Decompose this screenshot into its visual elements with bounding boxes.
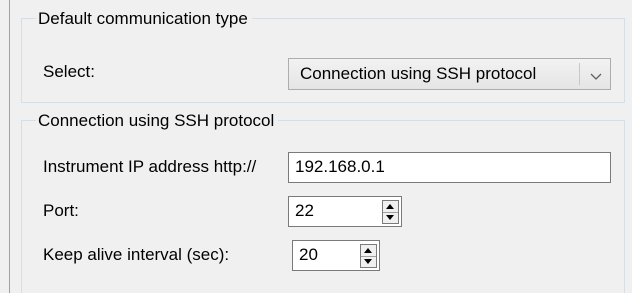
keepalive-decrement-button[interactable] [361,256,376,267]
ssh-connection-legend: Connection using SSH protocol [36,111,279,131]
port-value: 22 [295,201,314,220]
select-label: Select: [43,62,95,81]
port-label: Port: [43,201,79,220]
port-stepper[interactable]: 22 [288,196,402,227]
ip-address-value: 192.168.0.1 [295,157,385,176]
default-communication-legend: Default communication type [36,9,252,29]
settings-panel: Default communication type Select: Conne… [0,0,632,293]
triangle-up-icon [364,248,372,253]
panel-border [9,0,10,293]
triangle-down-icon [364,259,372,264]
triangle-down-icon [386,215,394,220]
keepalive-spin-buttons [360,244,377,268]
communication-type-value: Connection using SSH protocol [300,64,537,83]
keepalive-stepper[interactable]: 20 [292,240,380,271]
keepalive-value: 20 [299,245,318,264]
chevron-down-icon[interactable] [589,68,603,80]
communication-type-select[interactable]: Connection using SSH protocol [288,58,611,90]
port-decrement-button[interactable] [383,212,398,223]
combo-separator [579,63,580,85]
ip-address-input[interactable]: 192.168.0.1 [288,152,611,183]
keepalive-label: Keep alive interval (sec): [43,245,230,264]
ip-address-label: Instrument IP address http:// [43,157,257,176]
triangle-up-icon [386,204,394,209]
port-spin-buttons [382,200,399,224]
